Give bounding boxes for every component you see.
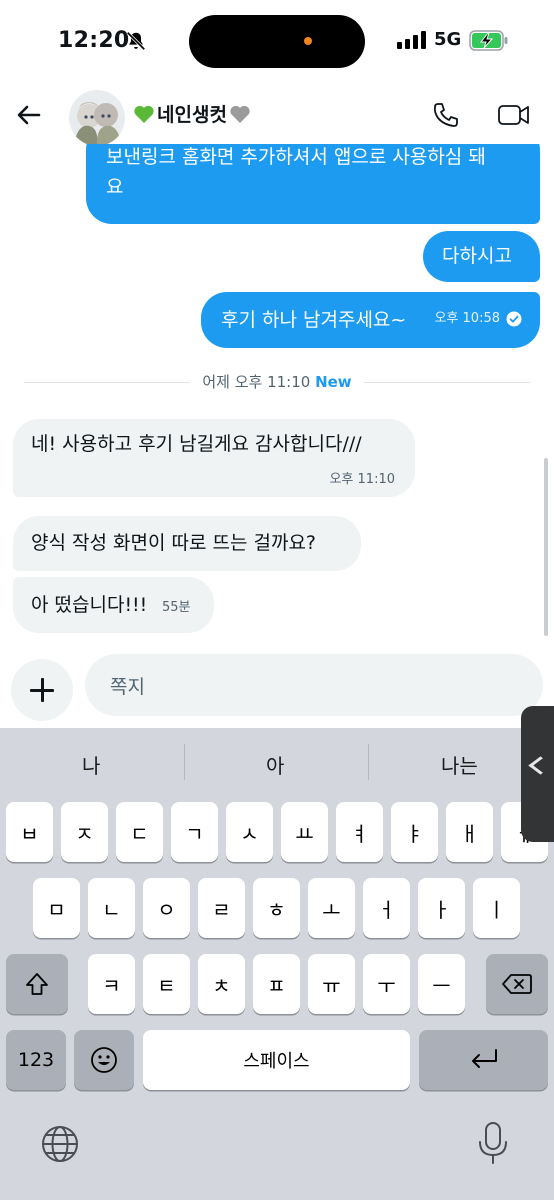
add-attachment-button[interactable] (11, 659, 73, 721)
status-bar: 12:20 5G (0, 0, 554, 86)
message-text: 다하시고 (442, 245, 512, 267)
message-text: 후기 하나 남겨주세요~ (221, 309, 407, 331)
sent-message-bubble[interactable]: 다하시고 (423, 231, 540, 282)
shift-arrow-icon (26, 973, 48, 995)
key-8[interactable]: ㅑ (391, 802, 438, 862)
key-1[interactable]: ㅂ (6, 802, 53, 862)
key-16[interactable]: ㅗ (308, 878, 355, 938)
key-2[interactable]: ㅈ (61, 802, 108, 862)
grey-heart-icon (230, 105, 250, 123)
bell-muted-icon (126, 31, 146, 51)
date-divider: 어제 오후 11:10 New (190, 372, 364, 392)
message-text: 보낸링크 홈화면 추가하셔서 앱으로 사용하심 돼 (106, 146, 486, 168)
key-19[interactable]: ㅣ (473, 878, 520, 938)
prediction-divider (184, 744, 185, 780)
message-input[interactable]: 쪽지 (85, 654, 543, 716)
message-timestamp: 오후 11:10 (329, 472, 395, 487)
key-21[interactable]: ㅌ (143, 954, 190, 1014)
key-20[interactable]: ㅋ (88, 954, 135, 1014)
received-message-bubble[interactable]: 네! 사용하고 후기 남길게요 감사합니다/// 오후 11:10 (13, 419, 415, 497)
green-heart-icon (134, 105, 154, 123)
key-15[interactable]: ㅎ (253, 878, 300, 938)
key-11[interactable]: ㅁ (33, 878, 80, 938)
avatar[interactable] (69, 90, 125, 146)
microphone-icon[interactable] (476, 1120, 510, 1166)
key-3[interactable]: ㄷ (116, 802, 163, 862)
video-call-icon[interactable] (497, 101, 531, 129)
message-meta: 오후 10:58 (434, 310, 522, 328)
cellular-signal-icon (397, 31, 426, 49)
prediction-1[interactable]: 나 (82, 750, 100, 779)
key-4[interactable]: ㄱ (171, 802, 218, 862)
network-type: 5G (434, 29, 462, 50)
recording-dot (304, 37, 312, 45)
received-message-bubble[interactable]: 아 떴습니다!!! 55분 (13, 577, 214, 633)
globe-icon[interactable] (40, 1124, 80, 1164)
message-timestamp: 55분 (162, 600, 191, 615)
key-13[interactable]: ㅇ (143, 878, 190, 938)
numbers-key[interactable]: 123 (6, 1030, 66, 1090)
space-key[interactable]: 스페이스 (143, 1030, 410, 1090)
scrollbar-thumb[interactable] (544, 458, 548, 636)
key-9[interactable]: ㅐ (446, 802, 493, 862)
message-input-placeholder: 쪽지 (110, 676, 145, 698)
emoji-icon (91, 1047, 117, 1073)
prediction-bar: 나 아 나는 (0, 728, 554, 798)
shift-key[interactable] (6, 954, 68, 1014)
sent-message-bubble[interactable]: 후기 하나 남겨주세요~ 오후 10:58 (201, 292, 540, 348)
key-24[interactable]: ㅠ (308, 954, 355, 1014)
message-text: 아 떴습니다!!! (31, 594, 148, 616)
key-25[interactable]: ㅜ (363, 954, 410, 1014)
prediction-2[interactable]: 아 (266, 750, 284, 779)
conversation-header: 네인생컷 (0, 86, 554, 146)
backspace-key[interactable] (486, 954, 548, 1014)
compose-bar: 쪽지 (0, 650, 554, 728)
status-time: 12:20 (58, 28, 130, 53)
message-text-continued: 요 (106, 176, 124, 198)
phone-call-icon[interactable] (431, 100, 461, 130)
battery-charging-icon (469, 30, 508, 51)
return-arrow-icon (471, 1049, 497, 1068)
key-12[interactable]: ㄴ (88, 878, 135, 938)
new-badge: New (315, 373, 352, 391)
sent-message-bubble[interactable]: 보낸링크 홈화면 추가하셔서 앱으로 사용하심 돼 요 (86, 144, 540, 224)
backspace-icon (502, 974, 532, 994)
received-message-bubble[interactable]: 양식 작성 화면이 따로 뜨는 걸까요? (13, 516, 361, 571)
key-6[interactable]: ㅛ (281, 802, 328, 862)
key-22[interactable]: ㅊ (198, 954, 245, 1014)
message-timestamp: 오후 10:58 (434, 311, 500, 326)
key-5[interactable]: ㅅ (226, 802, 273, 862)
keyboard: 나 아 나는 ㅂ ㅈ ㄷ ㄱ ㅅ ㅛ ㅕ ㅑ ㅐ ㅔ ㅁ ㄴ ㅇ ㄹ ㅎ ㅗ ㅓ… (0, 728, 554, 1200)
date-divider-text: 어제 오후 11:10 (202, 373, 311, 391)
prediction-3[interactable]: 나는 (441, 750, 478, 779)
key-18[interactable]: ㅏ (418, 878, 465, 938)
key-26[interactable]: ㅡ (418, 954, 465, 1014)
key-7[interactable]: ㅕ (336, 802, 383, 862)
emoji-key[interactable] (74, 1030, 134, 1090)
message-list[interactable]: 보낸링크 홈화면 추가하셔서 앱으로 사용하심 돼 요 다하시고 후기 하나 남… (0, 144, 554, 650)
message-text: 양식 작성 화면이 따로 뜨는 걸까요? (31, 532, 317, 554)
contact-name[interactable]: 네인생컷 (133, 100, 251, 127)
message-text: 네! 사용하고 후기 남길게요 감사합니다/// (31, 433, 362, 455)
return-key[interactable] (419, 1030, 548, 1090)
contact-name-text: 네인생컷 (157, 104, 227, 126)
dynamic-island (189, 15, 365, 68)
read-check-icon (506, 311, 522, 327)
key-23[interactable]: ㅍ (253, 954, 300, 1014)
prediction-divider (368, 744, 369, 780)
back-arrow-icon[interactable] (14, 100, 44, 130)
key-14[interactable]: ㄹ (198, 878, 245, 938)
key-17[interactable]: ㅓ (363, 878, 410, 938)
keyboard-side-handle[interactable] (521, 706, 554, 842)
